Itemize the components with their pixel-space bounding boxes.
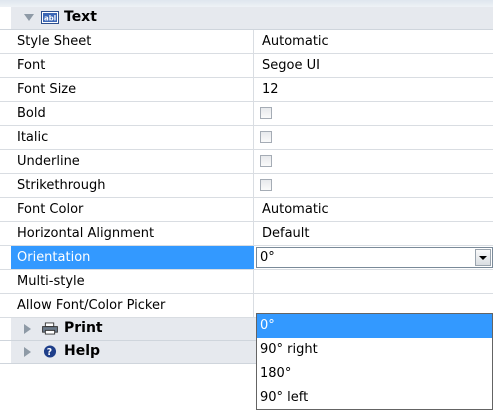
property-name: Horizontal Alignment [11, 222, 254, 245]
strikethrough-checkbox[interactable] [260, 179, 272, 191]
property-row-italic[interactable]: Italic [0, 126, 493, 150]
dropdown-option-90-right[interactable]: 90° right [257, 338, 492, 362]
expand-arrow-icon[interactable] [24, 14, 34, 21]
dropdown-option-90-left[interactable]: 90° left [257, 386, 492, 410]
property-value[interactable]: Automatic [256, 198, 493, 221]
property-row-font-color[interactable]: Font Color Automatic [0, 198, 493, 222]
dropdown-option-180[interactable]: 180° [257, 362, 492, 386]
property-row-font[interactable]: Font Segoe UI [0, 54, 493, 78]
dropdown-option-0[interactable]: 0° [257, 314, 492, 338]
help-icon: ? [43, 345, 57, 358]
property-row-orientation[interactable]: Orientation 0° [0, 246, 493, 270]
property-name: Strikethrough [11, 174, 254, 197]
property-value[interactable]: Automatic [256, 30, 493, 53]
section-label-print: Print [64, 320, 103, 336]
property-row-font-size[interactable]: Font Size 12 [0, 78, 493, 102]
section-label-help: Help [64, 343, 101, 359]
property-name: Style Sheet [11, 30, 254, 53]
section-header-text[interactable]: abl Text [0, 7, 493, 30]
bold-checkbox[interactable] [260, 107, 272, 119]
property-name: Underline [11, 150, 254, 173]
collapse-arrow-icon[interactable] [24, 347, 31, 357]
text-field-icon: abl [41, 11, 59, 24]
property-name: Bold [11, 102, 254, 125]
dropdown-button[interactable] [475, 249, 491, 266]
property-name: Orientation [11, 246, 254, 269]
property-value[interactable] [256, 270, 493, 293]
orientation-dropdown-list: 0° 90° right 180° 90° left [256, 313, 493, 410]
property-row-strikethrough[interactable]: Strikethrough [0, 174, 493, 198]
property-row-horizontal-alignment[interactable]: Horizontal Alignment Default [0, 222, 493, 246]
property-value[interactable]: 12 [256, 78, 493, 101]
row-gutter [0, 7, 11, 29]
property-row-style-sheet[interactable]: Style Sheet Automatic [0, 30, 493, 54]
property-name: Allow Font/Color Picker [11, 294, 254, 317]
row-gutter [0, 341, 11, 363]
property-grid: abl Text Style Sheet Automatic Font Sego… [0, 7, 493, 364]
italic-checkbox[interactable] [260, 131, 272, 143]
svg-text:abl: abl [44, 15, 56, 23]
property-name: Multi-style [11, 270, 254, 293]
row-gutter [0, 318, 11, 340]
orientation-combobox[interactable]: 0° [256, 247, 493, 268]
underline-checkbox[interactable] [260, 155, 272, 167]
property-name: Font Size [11, 78, 254, 101]
property-value[interactable]: Default [256, 222, 493, 245]
section-label-text: Text [64, 9, 97, 25]
property-value[interactable]: Segoe UI [256, 54, 493, 77]
printer-icon [42, 322, 58, 335]
property-name: Font Color [11, 198, 254, 221]
collapse-arrow-icon[interactable] [24, 324, 31, 334]
chevron-down-icon [479, 256, 487, 260]
property-name: Italic [11, 126, 254, 149]
property-row-bold[interactable]: Bold [0, 102, 493, 126]
combobox-value: 0° [260, 250, 275, 265]
property-row-underline[interactable]: Underline [0, 150, 493, 174]
property-row-multi-style[interactable]: Multi-style [0, 270, 493, 294]
svg-text:?: ? [47, 347, 52, 358]
property-name: Font [11, 54, 254, 77]
